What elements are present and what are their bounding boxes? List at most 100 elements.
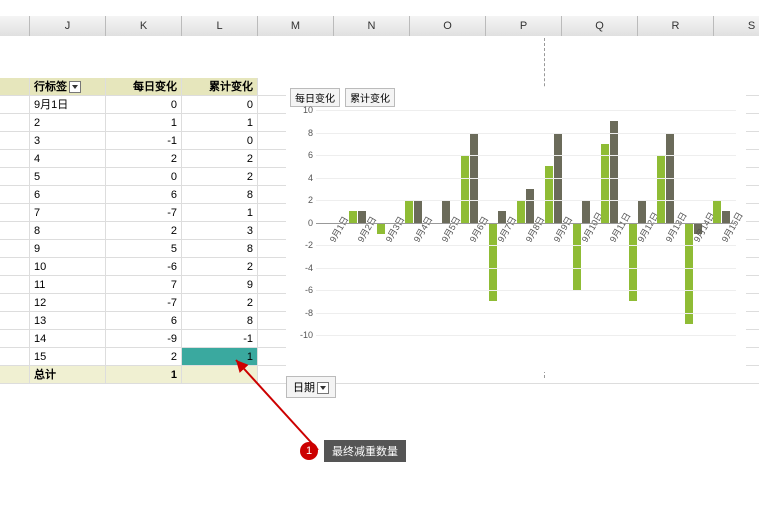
cell-cumulative[interactable]: 8 [182, 312, 258, 329]
row-label[interactable]: 4 [30, 150, 106, 167]
cell-daily[interactable]: 2 [106, 222, 182, 239]
row-label[interactable]: 2 [30, 114, 106, 131]
y-tick: -6 [305, 285, 313, 295]
cell-cumulative[interactable]: 9 [182, 276, 258, 293]
gridline [316, 178, 736, 179]
cell-daily[interactable]: -6 [106, 258, 182, 275]
cell-cumulative[interactable]: 8 [182, 186, 258, 203]
total-cumulative[interactable] [182, 366, 258, 383]
cell-daily[interactable]: 1 [106, 114, 182, 131]
y-tick: 6 [308, 150, 313, 160]
bar [517, 200, 525, 223]
row-label[interactable]: 13 [30, 312, 106, 329]
col-header-O[interactable]: O [410, 16, 486, 36]
header-daily[interactable]: 每日变化 [106, 78, 182, 95]
legend-daily[interactable]: 每日变化 [290, 88, 340, 107]
cell-daily[interactable]: 7 [106, 276, 182, 293]
cell-cumulative[interactable]: 2 [182, 168, 258, 185]
callout: 1 最终减重数量 [300, 440, 406, 462]
cell-daily[interactable]: -7 [106, 204, 182, 221]
y-tick: 2 [308, 195, 313, 205]
y-tick: -2 [305, 240, 313, 250]
legend-cumulative[interactable]: 累计变化 [345, 88, 395, 107]
row-label[interactable]: 11 [30, 276, 106, 293]
row-label[interactable]: 6 [30, 186, 106, 203]
cell-daily[interactable]: 0 [106, 96, 182, 113]
col-header-R[interactable]: R [638, 16, 714, 36]
pivot-chart[interactable]: 每日变化 累计变化 -10-8-6-4-20246810 9月1日9月2日9月3… [286, 88, 746, 372]
bar [461, 155, 469, 223]
cell-daily[interactable]: 5 [106, 240, 182, 257]
y-tick: -4 [305, 263, 313, 273]
cell-cumulative[interactable]: 1 [182, 114, 258, 131]
cell-cumulative[interactable]: 3 [182, 222, 258, 239]
cell-cumulative[interactable]: 2 [182, 258, 258, 275]
cell-daily[interactable]: 6 [106, 186, 182, 203]
row-label[interactable]: 9月1日 [30, 96, 106, 113]
col-header-K[interactable]: K [106, 16, 182, 36]
cell-cumulative[interactable]: -1 [182, 330, 258, 347]
gridline [316, 290, 736, 291]
row-label[interactable]: 5 [30, 168, 106, 185]
col-header-blank[interactable] [0, 16, 30, 36]
cell-cumulative[interactable]: 0 [182, 96, 258, 113]
col-header-S[interactable]: S [714, 16, 759, 36]
header-rowlabel[interactable]: 行标签 [30, 78, 106, 95]
row-label[interactable]: 14 [30, 330, 106, 347]
cell-cumulative[interactable]: 2 [182, 150, 258, 167]
gridline [316, 133, 736, 134]
gridline [316, 223, 736, 224]
row-label[interactable]: 3 [30, 132, 106, 149]
bar [545, 166, 553, 222]
gridline [316, 155, 736, 156]
y-tick: 8 [308, 128, 313, 138]
gridline [316, 335, 736, 336]
bar [610, 121, 618, 222]
column-header-row: JKLMNOPQRS [0, 16, 759, 36]
cell-cumulative[interactable]: 0 [182, 132, 258, 149]
row-label[interactable]: 12 [30, 294, 106, 311]
row-label[interactable]: 15 [30, 348, 106, 365]
cell-daily[interactable]: 6 [106, 312, 182, 329]
bar [713, 200, 721, 223]
y-tick: -10 [300, 330, 313, 340]
total-label[interactable]: 总计 [30, 366, 106, 383]
row-label[interactable]: 8 [30, 222, 106, 239]
cell-cumulative[interactable]: 1 [182, 348, 258, 365]
col-header-N[interactable]: N [334, 16, 410, 36]
filter-icon[interactable] [69, 81, 81, 93]
col-header-P[interactable]: P [486, 16, 562, 36]
date-filter-button[interactable]: 日期 [286, 376, 336, 398]
cell-daily[interactable]: -9 [106, 330, 182, 347]
col-header-J[interactable]: J [30, 16, 106, 36]
header-cumulative[interactable]: 累计变化 [182, 78, 258, 95]
cell-daily[interactable]: -7 [106, 294, 182, 311]
row-label[interactable]: 9 [30, 240, 106, 257]
col-header-Q[interactable]: Q [562, 16, 638, 36]
cell-daily[interactable]: 2 [106, 348, 182, 365]
cell-daily[interactable]: -1 [106, 132, 182, 149]
y-tick: 10 [303, 105, 313, 115]
col-header-L[interactable]: L [182, 16, 258, 36]
cell-daily[interactable]: 2 [106, 150, 182, 167]
y-tick: -8 [305, 308, 313, 318]
gridline [316, 245, 736, 246]
x-tick: 9月3日 [382, 214, 407, 245]
col-header-M[interactable]: M [258, 16, 334, 36]
total-daily[interactable]: 1 [106, 366, 182, 383]
cell-daily[interactable]: 0 [106, 168, 182, 185]
chevron-down-icon [317, 382, 329, 394]
row-label[interactable]: 7 [30, 204, 106, 221]
x-tick: 9月1日 [326, 214, 351, 245]
callout-number: 1 [300, 442, 318, 460]
y-tick: 0 [308, 218, 313, 228]
gridline [316, 200, 736, 201]
cell-cumulative[interactable]: 8 [182, 240, 258, 257]
plot-area: 9月1日9月2日9月3日9月4日9月5日9月6日9月7日9月8日9月9日9月10… [316, 110, 736, 335]
cell-cumulative[interactable]: 1 [182, 204, 258, 221]
bar [405, 200, 413, 223]
cell-cumulative[interactable]: 2 [182, 294, 258, 311]
bar [657, 155, 665, 223]
row-label[interactable]: 10 [30, 258, 106, 275]
gridline [316, 313, 736, 314]
